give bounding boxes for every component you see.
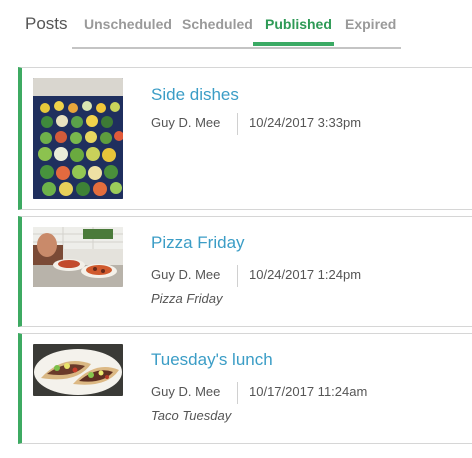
post-title[interactable]: Pizza Friday [151, 233, 245, 253]
post-summary: Pizza Friday [151, 291, 223, 306]
page-title: Posts [25, 14, 68, 33]
tacos-plate-photo [33, 344, 123, 396]
post-date: 10/17/2017 11:24am [249, 384, 368, 399]
meta-divider [237, 382, 238, 404]
posts-header: Posts Unscheduled Scheduled Published Ex… [0, 0, 472, 50]
post-status-tabs: Unscheduled Scheduled Published Expired [72, 0, 401, 49]
post-title[interactable]: Tuesday's lunch [151, 350, 273, 370]
post-date: 10/24/2017 3:33pm [249, 115, 362, 130]
post-author: Guy D. Mee [151, 115, 221, 130]
meta-divider [237, 265, 238, 287]
post-item[interactable]: Side dishes Guy D. Mee 10/24/2017 3:33pm [18, 67, 472, 210]
active-tab-indicator [253, 42, 334, 46]
posts-page: Posts Unscheduled Scheduled Published Ex… [0, 0, 472, 458]
post-author: Guy D. Mee [151, 267, 221, 282]
post-item[interactable]: Pizza Friday Guy D. Mee 10/24/2017 1:24p… [18, 216, 472, 327]
post-title[interactable]: Side dishes [151, 85, 239, 105]
post-thumbnail-tuesdays-lunch [33, 344, 123, 396]
tab-scheduled[interactable]: Scheduled [182, 16, 253, 32]
food-tray-photo [33, 78, 123, 199]
meta-divider [237, 113, 238, 135]
post-thumbnail-side-dishes [33, 78, 123, 199]
tab-unscheduled[interactable]: Unscheduled [84, 16, 172, 32]
tab-published[interactable]: Published [265, 16, 332, 32]
tab-expired[interactable]: Expired [345, 16, 396, 32]
post-author: Guy D. Mee [151, 384, 221, 399]
post-thumbnail-pizza-friday [33, 227, 123, 287]
post-date: 10/24/2017 1:24pm [249, 267, 362, 282]
post-item[interactable]: Tuesday's lunch Guy D. Mee 10/17/2017 11… [18, 333, 472, 444]
pizza-serving-photo [33, 227, 123, 287]
post-summary: Taco Tuesday [151, 408, 232, 423]
